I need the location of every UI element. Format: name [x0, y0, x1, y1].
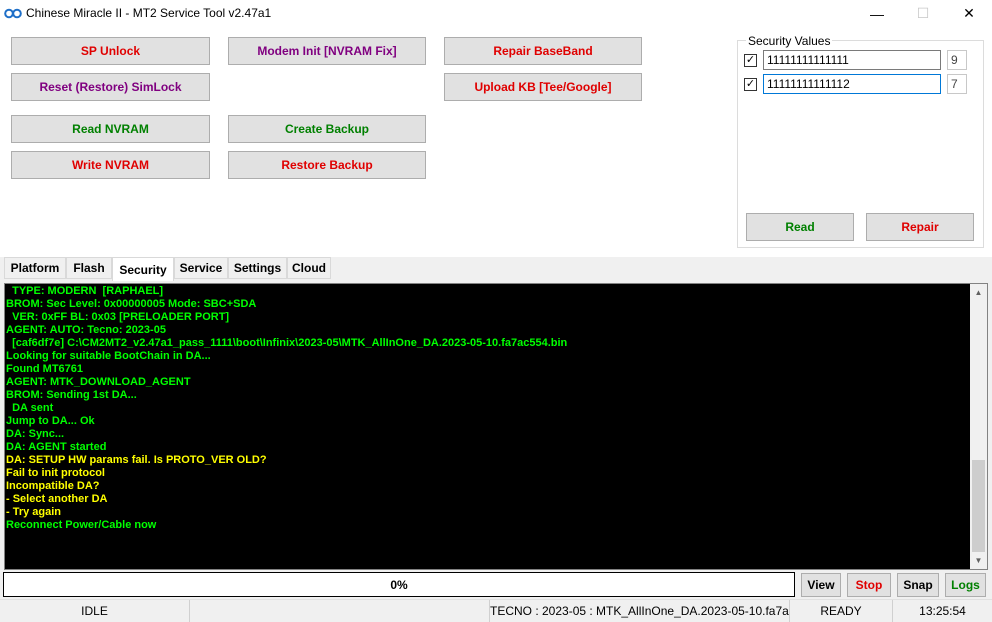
tab-cloud[interactable]: Cloud: [287, 257, 331, 279]
log-line: Incompatible DA?: [6, 480, 100, 492]
tab-security[interactable]: Security: [112, 257, 174, 281]
repair-baseband-button[interactable]: Repair BaseBand: [444, 37, 642, 65]
scroll-thumb[interactable]: [972, 460, 985, 552]
security-panel: SP Unlock Modem Init [NVRAM Fix] Repair …: [0, 27, 992, 257]
status-time: 13:25:54: [919, 604, 966, 618]
window-title: Chinese Miracle II - MT2 Service Tool v2…: [26, 6, 272, 20]
log-line: Found MT6761: [6, 363, 84, 375]
restore-backup-button[interactable]: Restore Backup: [228, 151, 426, 179]
minimize-button[interactable]: —: [854, 0, 900, 27]
status-spacer: [190, 600, 490, 622]
log-line: [caf6df7e] C:\CM2MT2_v2.47a1_pass_1111\b…: [6, 337, 568, 349]
snap-button[interactable]: Snap: [897, 573, 939, 597]
maximize-button[interactable]: ☐: [900, 0, 946, 27]
log-line: AGENT: MTK_DOWNLOAD_AGENT: [6, 376, 191, 388]
tab-settings[interactable]: Settings: [228, 257, 287, 279]
log-console[interactable]: TYPE: MODERN [RAPHAEL] BROM: Sec Level: 0…: [4, 283, 988, 570]
tab-service[interactable]: Service: [174, 257, 228, 279]
write-nvram-button[interactable]: Write NVRAM: [11, 151, 210, 179]
read-button[interactable]: Read: [746, 213, 854, 241]
log-line: DA: AGENT started: [6, 441, 107, 453]
log-line: VER: 0xFF BL: 0x03 [PRELOADER PORT]: [6, 311, 230, 323]
log-line: Fail to init protocol: [6, 467, 105, 479]
log-line: BROM: Sending 1st DA...: [6, 389, 137, 401]
security-value-2-count: 7: [947, 74, 967, 94]
scroll-up-icon[interactable]: ▲: [970, 284, 987, 301]
read-nvram-button[interactable]: Read NVRAM: [11, 115, 210, 143]
log-line: - Try again: [6, 506, 62, 518]
scroll-down-icon[interactable]: ▼: [970, 552, 987, 569]
log-line: DA: Sync...: [6, 428, 65, 440]
status-state: IDLE: [0, 600, 190, 622]
logs-button[interactable]: Logs: [945, 573, 986, 597]
log-line: AGENT: AUTO: Tecno: 2023-05: [6, 324, 166, 336]
security-value-1-count: 9: [947, 50, 967, 70]
sp-unlock-button[interactable]: SP Unlock: [11, 37, 210, 65]
security-value-2-checkbox[interactable]: ✓: [744, 78, 757, 91]
modem-init-button[interactable]: Modem Init [NVRAM Fix]: [228, 37, 426, 65]
stop-button[interactable]: Stop: [847, 573, 891, 597]
security-value-2-input[interactable]: 11111111111112: [763, 74, 941, 94]
log-scrollbar[interactable]: ▲ ▼: [970, 284, 987, 569]
security-value-1-checkbox[interactable]: ✓: [744, 54, 757, 67]
repair-button[interactable]: Repair: [866, 213, 974, 241]
view-button[interactable]: View: [801, 573, 841, 597]
log-line: DA: SETUP HW params fail. Is PROTO_VER O…: [6, 454, 267, 466]
tab-flash[interactable]: Flash: [66, 257, 112, 279]
create-backup-button[interactable]: Create Backup: [228, 115, 426, 143]
log-line: Reconnect Power/Cable now: [6, 519, 157, 531]
log-line: BROM: Sec Level: 0x00000005 Mode: SBC+SD…: [6, 298, 257, 310]
title-bar: Chinese Miracle II - MT2 Service Tool v2…: [0, 0, 992, 27]
log-line: DA sent: [6, 402, 54, 414]
close-button[interactable]: ✕: [946, 0, 992, 27]
log-line: TYPE: MODERN [RAPHAEL]: [6, 285, 164, 297]
progress-label: 0%: [390, 577, 408, 592]
security-values-title: Security Values: [746, 34, 833, 48]
reset-simlock-button[interactable]: Reset (Restore) SimLock: [11, 73, 210, 101]
log-lines: TYPE: MODERN [RAPHAEL] BROM: Sec Level: 0…: [6, 285, 970, 532]
status-info: TECNO : 2023-05 : MTK_AllInOne_DA.2023-0…: [490, 600, 790, 622]
tab-bar: Platform Flash Security Service Settings…: [4, 257, 988, 281]
log-line: Jump to DA... Ok: [6, 415, 95, 427]
security-value-1-input[interactable]: 11111111111111: [763, 50, 941, 70]
tab-platform[interactable]: Platform: [4, 257, 66, 279]
status-bar: IDLE TECNO : 2023-05 : MTK_AllInOne_DA.2…: [0, 599, 992, 622]
log-line: Looking for suitable BootChain in DA...: [6, 350, 211, 362]
progress-bar: 0%: [3, 572, 795, 597]
app-logo-icon: [4, 8, 22, 19]
status-ready: READY: [790, 600, 893, 622]
upload-kb-button[interactable]: Upload KB [Tee/Google]: [444, 73, 642, 101]
log-line: - Select another DA: [6, 493, 108, 505]
